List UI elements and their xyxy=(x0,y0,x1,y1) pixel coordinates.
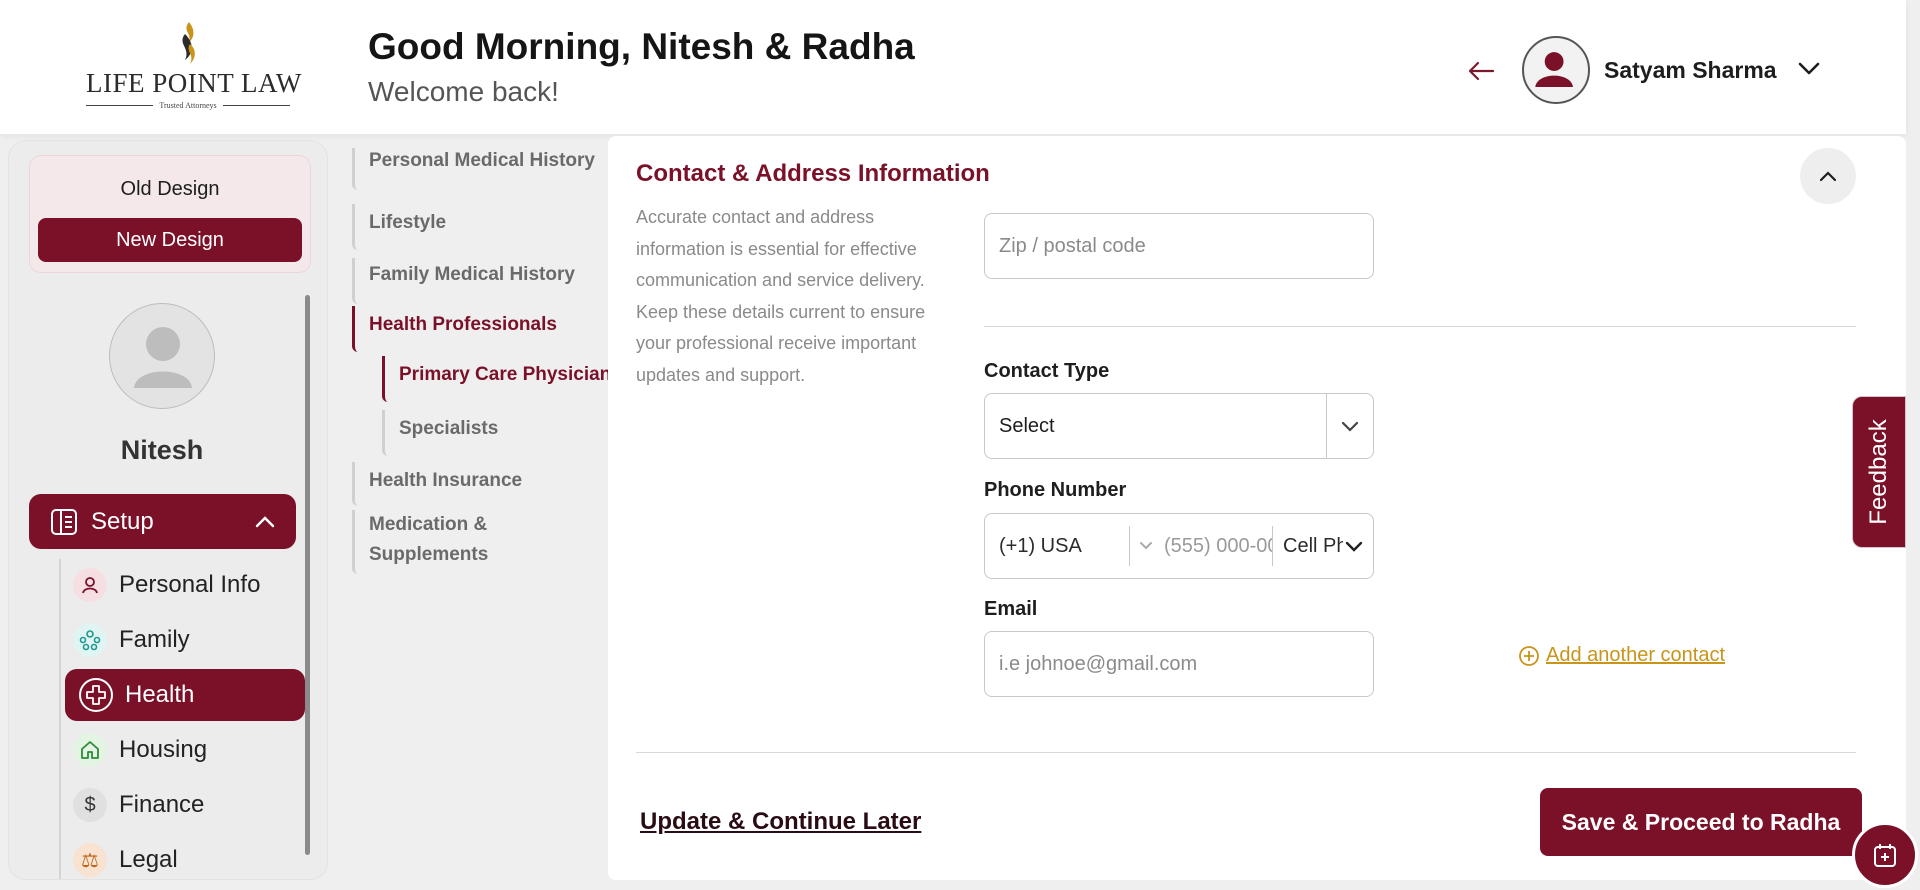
user-avatar-icon xyxy=(1535,52,1573,87)
logo-tagline: Trusted Attorneys xyxy=(86,101,291,110)
setup-nav-list: Personal Info Family Health Housing $ Fi… xyxy=(59,559,305,879)
chevron-down-icon xyxy=(1140,542,1152,550)
sidebar-item-health[interactable]: Health xyxy=(65,669,305,721)
profile-avatar xyxy=(109,303,215,409)
calendar-fab[interactable] xyxy=(1852,822,1918,888)
zip-field[interactable]: Zip / postal code xyxy=(984,213,1374,279)
subnav-health-professionals[interactable]: Health Professionals xyxy=(352,306,557,352)
person-icon xyxy=(73,568,107,602)
phone-number-field[interactable]: (+1) USA (555) 000-0000 Cell Phone xyxy=(984,513,1374,579)
email-field[interactable]: i.e johnoe@gmail.com xyxy=(984,631,1374,697)
sidebar-item-legal[interactable]: ⚖ Legal xyxy=(59,834,305,879)
phone-number-input[interactable]: (555) 000-0000 xyxy=(1154,535,1272,558)
setup-toggle[interactable]: Setup xyxy=(29,494,296,549)
top-header: LIFE POINT LAW Trusted Attorneys Good Mo… xyxy=(0,0,1906,134)
subnav-health-insurance[interactable]: Health Insurance xyxy=(352,462,522,506)
phone-type-select[interactable]: Cell Phone xyxy=(1273,535,1343,558)
save-proceed-button[interactable]: Save & Proceed to Radha xyxy=(1540,788,1862,856)
sidebar-scrollbar[interactable] xyxy=(305,295,310,855)
dollar-icon: $ xyxy=(73,788,107,822)
health-sub-nav: Personal Medical History Lifestyle Famil… xyxy=(352,140,612,860)
home-icon xyxy=(73,733,107,767)
book-icon xyxy=(51,508,77,535)
family-icon xyxy=(73,623,107,657)
collapse-section-button[interactable] xyxy=(1800,148,1856,204)
divider xyxy=(984,326,1856,327)
sidebar-item-finance[interactable]: $ Finance xyxy=(59,779,305,831)
sidebar-item-housing[interactable]: Housing xyxy=(59,724,305,776)
subnav-family-medical-history[interactable]: Family Medical History xyxy=(352,258,575,304)
email-label: Email xyxy=(984,598,1038,620)
subnav-primary-care-physician[interactable]: Primary Care Physician xyxy=(382,356,611,402)
calendar-add-icon xyxy=(1874,844,1896,867)
subnav-medication-supplements[interactable]: Medication & Supplements xyxy=(352,510,488,574)
user-avatar[interactable] xyxy=(1522,36,1590,104)
flame-logo-icon xyxy=(182,22,195,64)
section-description: Accurate contact and address information… xyxy=(636,207,926,385)
greeting-title: Good Morning, Nitesh & Radha xyxy=(368,26,915,67)
contact-type-select[interactable]: Select xyxy=(984,393,1374,459)
logo-text: LIFE POINT LAW xyxy=(86,68,302,98)
update-continue-later-link[interactable]: Update & Continue Later xyxy=(640,808,921,836)
main-form-card: Contact & Address Information Accurate c… xyxy=(608,136,1906,880)
subnav-personal-medical-history[interactable]: Personal Medical History xyxy=(352,148,595,190)
phone-number-label: Phone Number xyxy=(984,479,1127,501)
contact-type-label: Contact Type xyxy=(984,360,1110,382)
chevron-up-icon xyxy=(255,515,275,527)
user-name[interactable]: Satyam Sharma xyxy=(1604,57,1777,84)
chevron-down-icon xyxy=(1345,541,1363,552)
plus-circle-icon xyxy=(1519,645,1539,666)
feedback-tab[interactable]: Feedback xyxy=(1852,396,1906,548)
chevron-up-icon xyxy=(1819,171,1837,182)
legal-icon: ⚖ xyxy=(73,843,107,877)
chevron-down-icon xyxy=(1341,421,1359,432)
health-icon xyxy=(79,678,113,712)
logo[interactable]: LIFE POINT LAW Trusted Attorneys xyxy=(86,20,302,110)
section-title: Contact & Address Information xyxy=(636,160,990,187)
old-design-option[interactable]: Old Design xyxy=(30,178,310,201)
footer-divider xyxy=(636,752,1856,753)
new-design-option[interactable]: New Design xyxy=(38,218,302,262)
design-toggle: Old Design New Design xyxy=(29,155,311,273)
back-arrow-icon[interactable] xyxy=(1466,56,1496,86)
subnav-lifestyle[interactable]: Lifestyle xyxy=(352,204,446,250)
chevron-down-icon[interactable] xyxy=(1796,58,1822,80)
person-placeholder-icon xyxy=(134,327,192,388)
welcome-subtitle: Welcome back! xyxy=(368,76,559,107)
add-another-contact-link[interactable]: Add another contact xyxy=(1518,644,1725,667)
sidebar-item-family[interactable]: Family xyxy=(59,614,305,666)
subnav-specialists[interactable]: Specialists xyxy=(382,410,498,456)
left-sidebar: Old Design New Design Nitesh Setup Perso… xyxy=(8,140,328,880)
phone-country-select[interactable]: (+1) USA xyxy=(999,535,1129,558)
profile-name: Nitesh xyxy=(120,435,204,465)
sidebar-item-personal-info[interactable]: Personal Info xyxy=(59,559,305,611)
setup-label: Setup xyxy=(91,507,154,535)
